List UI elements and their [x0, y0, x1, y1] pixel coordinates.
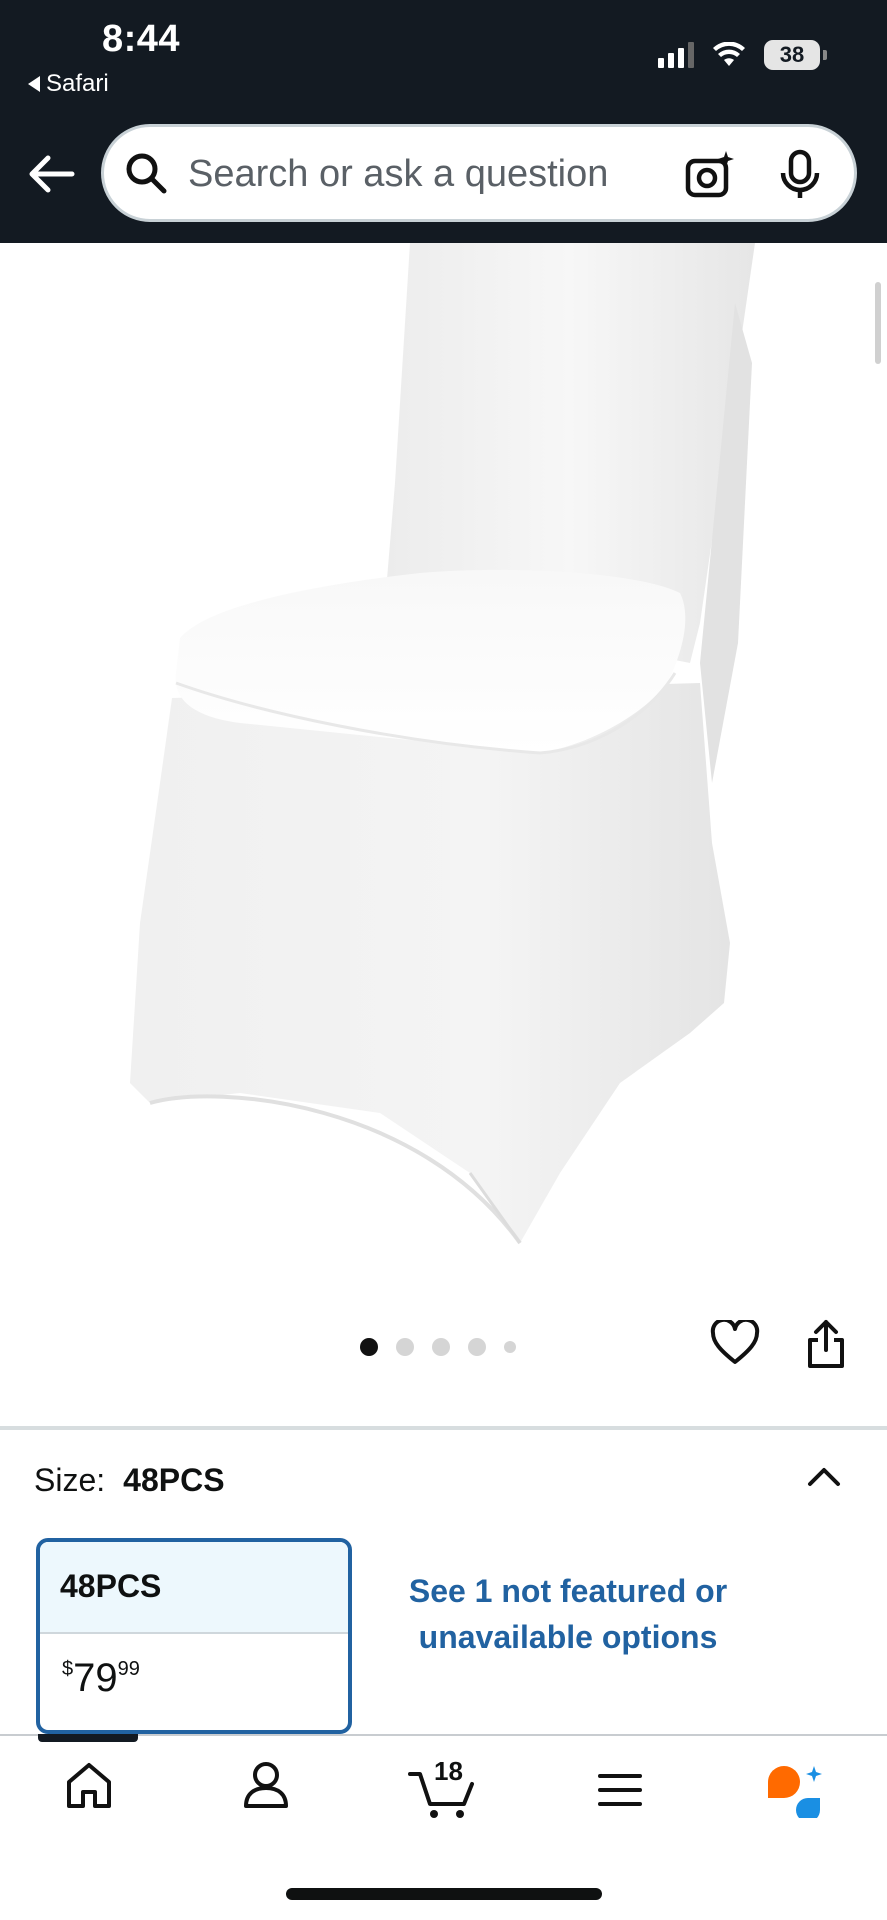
price-whole: 79	[73, 1656, 118, 1700]
status-time: 8:44	[102, 18, 181, 60]
home-icon[interactable]	[64, 1760, 114, 1810]
back-arrow-icon[interactable]	[24, 152, 76, 196]
size-header: Size: 48PCS	[34, 1462, 225, 1499]
carousel-dot[interactable]	[432, 1338, 450, 1356]
heart-icon[interactable]	[710, 1320, 760, 1366]
price-currency: $	[62, 1658, 74, 1680]
carousel-dot[interactable]	[396, 1338, 414, 1356]
rufus-icon[interactable]	[764, 1764, 826, 1818]
size-selected-value: 48PCS	[123, 1462, 225, 1498]
back-triangle-icon	[28, 76, 40, 92]
carousel-dot[interactable]	[360, 1338, 378, 1356]
battery-icon: 38	[764, 40, 827, 70]
product-image	[130, 243, 755, 1245]
back-to-safari[interactable]: Safari	[28, 70, 109, 98]
price-cents: 99	[117, 1658, 140, 1680]
search-placeholder[interactable]: Search or ask a question	[188, 153, 608, 196]
page-scrollbar[interactable]	[875, 282, 881, 364]
carousel-dot[interactable]	[504, 1341, 516, 1353]
top-header: 8:44 Safari 38 Search or ask a question	[0, 0, 887, 243]
option-name: 48PCS	[40, 1542, 348, 1634]
back-app-label: Safari	[46, 70, 109, 97]
wifi-icon	[713, 42, 745, 66]
battery-level: 38	[764, 40, 820, 70]
carousel-dot[interactable]	[468, 1338, 486, 1356]
microphone-icon[interactable]	[778, 149, 822, 201]
active-tab-indicator	[38, 1734, 138, 1742]
home-indicator	[286, 1888, 602, 1900]
see-unavailable-options-link[interactable]: See 1 not featured or unavailable option…	[398, 1568, 738, 1660]
cellular-signal-icon	[658, 42, 694, 68]
size-option-48pcs[interactable]: 48PCS $7999	[36, 1538, 352, 1734]
option-price: $7999	[40, 1634, 348, 1701]
product-image-carousel[interactable]	[0, 243, 887, 1423]
chevron-up-icon[interactable]	[804, 1458, 844, 1498]
search-icon	[126, 153, 167, 194]
account-icon[interactable]	[242, 1760, 290, 1810]
status-icons: 38	[658, 40, 827, 70]
share-icon[interactable]	[804, 1318, 848, 1370]
cart-count-badge: 18	[434, 1756, 463, 1786]
menu-icon[interactable]	[598, 1772, 642, 1808]
section-divider	[0, 1426, 887, 1430]
size-label: Size:	[34, 1462, 106, 1498]
carousel-dots[interactable]	[360, 1338, 516, 1356]
camera-sparkle-icon[interactable]	[684, 149, 736, 201]
search-bar[interactable]: Search or ask a question	[101, 124, 857, 222]
